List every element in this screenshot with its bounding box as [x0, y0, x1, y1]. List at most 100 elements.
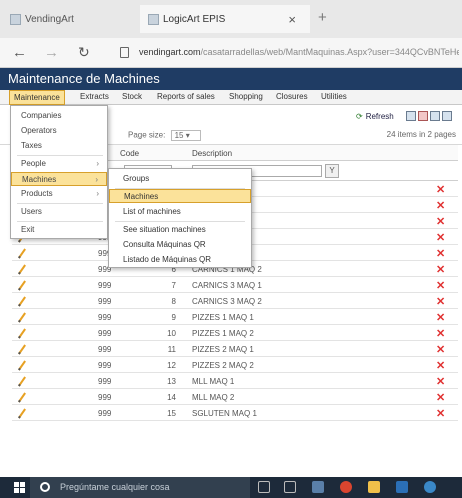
- explorer-icon[interactable]: [368, 481, 380, 493]
- user-cell: 999: [98, 281, 112, 290]
- search-placeholder: Pregúntame cualquier cosa: [60, 482, 170, 492]
- page-size-label: Page size:: [128, 130, 166, 140]
- excel-icon[interactable]: [406, 111, 416, 121]
- edge-icon[interactable]: [312, 481, 324, 493]
- menu-stock[interactable]: Stock: [122, 92, 142, 101]
- items-count: 24 items in 2 pages: [386, 130, 456, 139]
- delete-icon[interactable]: ✕: [436, 215, 445, 228]
- page-size-select[interactable]: 15 ▾: [170, 130, 201, 141]
- column-header-description[interactable]: Description: [192, 149, 232, 158]
- submenu-item-consulta-qr[interactable]: Consulta Máquinas QR: [109, 238, 251, 252]
- edit-pencil-icon[interactable]: [16, 295, 26, 307]
- table-row[interactable]: 999 10 PIZZES 1 MAQ 2 ✕: [12, 325, 458, 341]
- tab-vendingart[interactable]: VendingArt: [10, 8, 130, 30]
- delete-icon[interactable]: ✕: [436, 295, 445, 308]
- edit-pencil-icon[interactable]: [16, 247, 26, 259]
- edit-pencil-icon[interactable]: [16, 343, 26, 355]
- back-arrow-icon[interactable]: ←: [12, 44, 27, 61]
- task-view-icon[interactable]: [284, 481, 296, 493]
- delete-icon[interactable]: ✕: [436, 279, 445, 292]
- table-row[interactable]: 999 9 PIZZES 1 MAQ 1 ✕: [12, 309, 458, 325]
- menu-utilities[interactable]: Utilities: [321, 92, 347, 101]
- delete-icon[interactable]: ✕: [436, 263, 445, 276]
- delete-icon[interactable]: ✕: [436, 391, 445, 404]
- delete-icon[interactable]: ✕: [436, 375, 445, 388]
- delete-icon[interactable]: ✕: [436, 327, 445, 340]
- tab-logicart-epis[interactable]: LogicArt EPIS ×: [140, 5, 310, 33]
- edit-pencil-icon[interactable]: [16, 311, 26, 323]
- menu-item-label: Taxes: [21, 141, 42, 150]
- delete-icon[interactable]: ✕: [436, 359, 445, 372]
- submenu-item-groups[interactable]: Groups: [109, 172, 251, 186]
- table-row[interactable]: 999 13 MLL MAQ 1 ✕: [12, 373, 458, 389]
- new-tab-icon[interactable]: +: [318, 9, 327, 26]
- menu-item-label: See situation machines: [123, 225, 206, 234]
- lock-icon: [120, 47, 129, 58]
- app-icon[interactable]: [396, 481, 408, 493]
- code-cell: 9: [171, 313, 176, 322]
- table-row[interactable]: 999 14 MLL MAQ 2 ✕: [12, 389, 458, 405]
- delete-icon[interactable]: ✕: [436, 343, 445, 356]
- menu-item-taxes[interactable]: Taxes: [11, 139, 107, 153]
- description-cell: PIZZES 2 MAQ 2: [192, 361, 254, 370]
- menu-item-label: Companies: [21, 111, 62, 120]
- edit-pencil-icon[interactable]: [16, 327, 26, 339]
- delete-icon[interactable]: ✕: [436, 311, 445, 324]
- table-row[interactable]: 999 7 CARNICS 3 MAQ 1 ✕: [12, 277, 458, 293]
- delete-icon[interactable]: ✕: [436, 183, 445, 196]
- refresh-button[interactable]: ⟳ Refresh: [356, 112, 394, 121]
- menu-reports-of-sales[interactable]: Reports of sales: [157, 92, 215, 101]
- reload-icon[interactable]: ↻: [78, 44, 90, 61]
- forward-arrow-icon[interactable]: →: [44, 44, 59, 61]
- pdf-icon[interactable]: [418, 111, 428, 121]
- menu-extracts[interactable]: Extracts: [80, 92, 109, 101]
- table-row[interactable]: 999 15 SGLUTEN MAQ 1 ✕: [12, 405, 458, 421]
- menu-item-people[interactable]: People ›: [11, 157, 107, 171]
- edit-pencil-icon[interactable]: [16, 391, 26, 403]
- table-row[interactable]: 999 11 PIZZES 2 MAQ 1 ✕: [12, 341, 458, 357]
- mic-icon[interactable]: [258, 481, 270, 493]
- menu-item-label: List of machines: [123, 207, 181, 216]
- browser-icon[interactable]: [424, 481, 436, 493]
- menu-closures[interactable]: Closures: [276, 92, 308, 101]
- menu-item-operators[interactable]: Operators: [11, 124, 107, 138]
- menu-item-companies[interactable]: Companies: [11, 109, 107, 123]
- page-size: Page size: 15 ▾: [128, 130, 201, 141]
- edit-pencil-icon[interactable]: [16, 263, 26, 275]
- close-tab-icon[interactable]: ×: [288, 12, 296, 27]
- print-icon[interactable]: [430, 111, 440, 121]
- submenu-item-listado-qr[interactable]: Listado de Máquinas QR: [109, 253, 251, 267]
- delete-icon[interactable]: ✕: [436, 247, 445, 260]
- delete-icon[interactable]: ✕: [436, 231, 445, 244]
- menu-shopping[interactable]: Shopping: [229, 92, 263, 101]
- browser-tab-bar: VendingArt LogicArt EPIS × +: [0, 0, 462, 38]
- submenu-item-list-of-machines[interactable]: List of machines: [109, 205, 251, 219]
- table-row[interactable]: 999 8 CARNICS 3 MAQ 2 ✕: [12, 293, 458, 309]
- menu-item-machines[interactable]: Machines ›: [11, 172, 107, 186]
- export-icon[interactable]: [442, 111, 452, 121]
- menu-item-users[interactable]: Users: [11, 205, 107, 219]
- table-row[interactable]: 999 12 PIZZES 2 MAQ 2 ✕: [12, 357, 458, 373]
- submenu-item-machines[interactable]: Machines: [109, 189, 251, 203]
- edit-pencil-icon[interactable]: [16, 375, 26, 387]
- tab-title: LogicArt EPIS: [163, 13, 226, 25]
- url-field[interactable]: vendingart.com/casatarradellas/web/MantM…: [139, 47, 459, 57]
- edit-pencil-icon[interactable]: [16, 407, 26, 419]
- submenu-item-see-situation[interactable]: See situation machines: [109, 223, 251, 237]
- menu-item-products[interactable]: Products ›: [11, 187, 107, 201]
- windows-taskbar: Pregúntame cualquier cosa: [0, 477, 462, 498]
- edit-pencil-icon[interactable]: [16, 279, 26, 291]
- address-bar: ← → ↻ vendingart.com/casatarradellas/web…: [0, 38, 462, 68]
- column-header-code[interactable]: Code: [120, 149, 139, 158]
- menu-item-exit[interactable]: Exit: [11, 223, 107, 237]
- menu-maintenance[interactable]: Maintenance: [9, 90, 65, 105]
- delete-icon[interactable]: ✕: [436, 199, 445, 212]
- refresh-label: Refresh: [365, 112, 394, 121]
- taskbar-search[interactable]: Pregúntame cualquier cosa: [30, 477, 250, 498]
- delete-icon[interactable]: ✕: [436, 407, 445, 420]
- filter-icon[interactable]: Y: [325, 164, 339, 178]
- main-menu-bar: Maintenance Extracts Stock Reports of sa…: [0, 90, 462, 105]
- edit-pencil-icon[interactable]: [16, 359, 26, 371]
- windows-start-icon[interactable]: [14, 482, 25, 493]
- chrome-icon[interactable]: [340, 481, 352, 493]
